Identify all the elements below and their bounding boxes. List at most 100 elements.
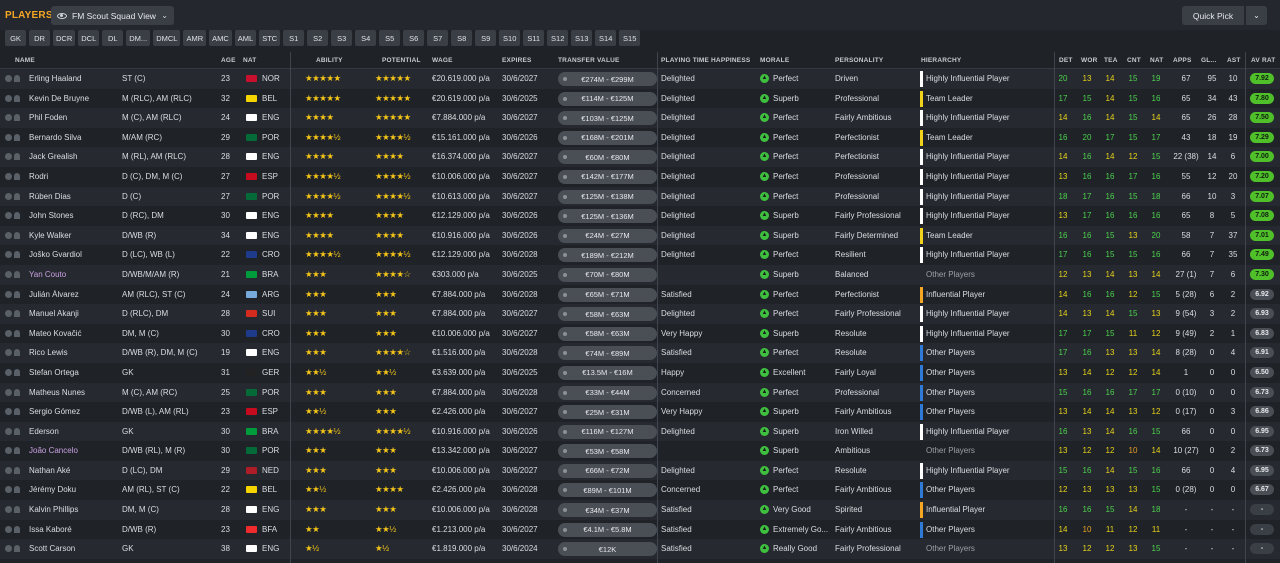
filter-chip[interactable]: AML (234, 30, 257, 46)
col-ability[interactable]: ABILITY (316, 57, 343, 64)
col-morale[interactable]: MORALE (760, 57, 789, 64)
transfer-value[interactable]: €65M - €71M (558, 287, 657, 302)
filter-chip[interactable]: S15 (619, 30, 641, 46)
transfer-value[interactable]: €125M - €138M (558, 189, 657, 204)
filter-chip[interactable]: DL (102, 30, 124, 46)
filter-chip[interactable]: S5 (379, 30, 401, 46)
player-nationality[interactable]: ENG (262, 544, 290, 553)
player-nationality[interactable]: BRA (262, 427, 290, 436)
transfer-value[interactable]: €58M - €63M (558, 326, 657, 341)
col-personality[interactable]: PERSONALITY (835, 57, 883, 64)
filter-chip[interactable]: S4 (355, 30, 377, 46)
col-age[interactable]: AGE (221, 57, 236, 64)
player-nationality[interactable]: SUI (262, 309, 290, 318)
col-av-rat[interactable]: AV RAT (1251, 57, 1275, 64)
player-nationality[interactable]: CRO (262, 250, 290, 259)
transfer-value[interactable]: €60M - €80M (558, 150, 657, 165)
filter-chip[interactable]: S12 (547, 30, 569, 46)
transfer-value[interactable]: €34M - €37M (558, 503, 657, 518)
transfer-value[interactable]: €25M - €31M (558, 405, 657, 420)
table-row[interactable]: Scott Carson GK 38 ENG ★½ ★½ €1.819.000 … (0, 539, 1280, 559)
player-nationality[interactable]: BFA (262, 525, 290, 534)
table-row[interactable]: Kalvin Phillips DM, M (C) 28 ENG ★★★ ★★★… (0, 500, 1280, 520)
filter-chip[interactable]: DCR (53, 30, 76, 46)
transfer-value[interactable]: €142M - €177M (558, 169, 657, 184)
table-row[interactable]: Mateo Kovačić DM, M (C) 30 CRO ★★★ ★★★ €… (0, 323, 1280, 344)
transfer-value[interactable]: €103M - €125M (558, 111, 657, 126)
filter-chip[interactable]: S1 (283, 30, 305, 46)
transfer-value[interactable]: €189M - €212M (558, 248, 657, 263)
filter-chip[interactable]: S2 (307, 30, 329, 46)
filter-chip[interactable]: S8 (451, 30, 473, 46)
table-row[interactable]: João Cancelo D/WB (RL), M (R) 30 POR ★★★… (0, 441, 1280, 461)
player-nationality[interactable]: ENG (262, 348, 290, 357)
col-goals[interactable]: GL... (1201, 57, 1216, 64)
player-nationality[interactable]: POR (262, 133, 290, 142)
table-row[interactable]: Matheus Nunes M (C), AM (RC) 25 POR ★★★ … (0, 382, 1280, 403)
player-nationality[interactable]: CRO (262, 329, 290, 338)
table-row[interactable]: Rúben Dias D (C) 27 POR ★★★★½ ★★★★½ €10.… (0, 186, 1280, 207)
table-row[interactable]: Sergio Gómez D/WB (L), AM (RL) 23 ESP ★★… (0, 402, 1280, 422)
col-hierarchy[interactable]: HIERARCHY (921, 57, 961, 64)
player-nationality[interactable]: BEL (262, 94, 290, 103)
player-nationality[interactable]: NED (262, 466, 290, 475)
transfer-value[interactable]: €53M - €58M (558, 444, 657, 459)
table-row[interactable]: Kevin De Bruyne M (RLC), AM (RLC) 32 BEL… (0, 88, 1280, 109)
filter-chip[interactable]: AMC (209, 30, 232, 46)
player-nationality[interactable]: POR (262, 192, 290, 201)
transfer-value[interactable]: €114M - €125M (558, 91, 657, 106)
table-row[interactable]: Phil Foden M (C), AM (RLC) 24 ENG ★★★★ ★… (0, 108, 1280, 128)
col-transfer-value[interactable]: TRANSFER VALUE (558, 57, 620, 64)
filter-chip[interactable]: S6 (403, 30, 425, 46)
transfer-value[interactable]: €33M - €44M (558, 385, 657, 400)
col-tea[interactable]: TEA (1104, 57, 1118, 64)
player-nationality[interactable]: NOR (262, 74, 290, 83)
filter-chip[interactable]: DCL (78, 30, 100, 46)
col-apps[interactable]: APPS (1173, 57, 1192, 64)
player-nationality[interactable]: ENG (262, 231, 290, 240)
transfer-value[interactable]: €274M - €299M (558, 72, 657, 86)
player-nationality[interactable]: ARG (262, 290, 290, 299)
table-row[interactable]: Kyle Walker D/WB (R) 34 ENG ★★★★ ★★★★ €1… (0, 225, 1280, 246)
transfer-value[interactable]: €116M - €127M (558, 424, 657, 439)
player-nationality[interactable]: GER (262, 368, 290, 377)
table-row[interactable]: John Stones D (RC), DM 30 ENG ★★★★ ★★★★ … (0, 206, 1280, 226)
transfer-value[interactable]: €24M - €27M (558, 228, 657, 243)
col-playing-time[interactable]: PLAYING TIME HAPPINESS (661, 57, 750, 64)
table-row[interactable]: Joško Gvardiol D (LC), WB (L) 22 CRO ★★★… (0, 245, 1280, 265)
table-row[interactable]: Ederson GK 30 BRA ★★★★½ ★★★★½ €10.916.00… (0, 421, 1280, 442)
filter-chip[interactable]: S10 (499, 30, 521, 46)
filter-chip[interactable]: S9 (475, 30, 497, 46)
filter-chip[interactable]: S3 (331, 30, 353, 46)
table-row[interactable]: Yan Couto D/WB/M/AM (R) 21 BRA ★★★ ★★★★☆… (0, 264, 1280, 285)
col-potential[interactable]: POTENTIAL (382, 57, 421, 64)
col-expires[interactable]: EXPIRES (502, 57, 532, 64)
player-nationality[interactable]: POR (262, 446, 290, 455)
table-row[interactable]: Bernardo Silva M/AM (RC) 29 POR ★★★★½ ★★… (0, 127, 1280, 148)
table-row[interactable]: Jack Grealish M (RL), AM (RLC) 28 ENG ★★… (0, 147, 1280, 167)
col-wage[interactable]: WAGE (432, 57, 453, 64)
transfer-value[interactable]: €70M - €80M (558, 267, 657, 282)
transfer-value[interactable]: €66M - €72M (558, 463, 657, 478)
table-row[interactable]: Julián Álvarez AM (RLC), ST (C) 24 ARG ★… (0, 284, 1280, 305)
col-name[interactable]: NAME (15, 57, 35, 64)
player-nationality[interactable]: ENG (262, 113, 290, 122)
transfer-value[interactable]: €168M - €201M (558, 130, 657, 145)
filter-chip[interactable]: S13 (571, 30, 593, 46)
transfer-value[interactable]: €12K (558, 542, 657, 557)
transfer-value[interactable]: €74M - €89M (558, 346, 657, 361)
transfer-value[interactable]: €89M - €101M (558, 483, 657, 498)
table-row[interactable]: Manuel Akanji D (RLC), DM 28 SUI ★★★ ★★★… (0, 304, 1280, 324)
player-nationality[interactable]: BEL (262, 485, 290, 494)
col-wor[interactable]: WOR (1081, 57, 1098, 64)
col-cnt[interactable]: CNT (1127, 57, 1141, 64)
filter-chip[interactable]: GK (5, 30, 26, 46)
col-nat-attr[interactable]: NAT (1150, 57, 1163, 64)
view-selector-button[interactable]: FM Scout Squad View ⌄ (51, 6, 174, 25)
col-det[interactable]: DET (1059, 57, 1073, 64)
filter-chip[interactable]: AMR (183, 30, 207, 46)
filter-chip[interactable]: S11 (523, 30, 545, 46)
player-nationality[interactable]: ESP (262, 407, 290, 416)
player-nationality[interactable]: POR (262, 388, 290, 397)
filter-chip[interactable]: STC (259, 30, 281, 46)
